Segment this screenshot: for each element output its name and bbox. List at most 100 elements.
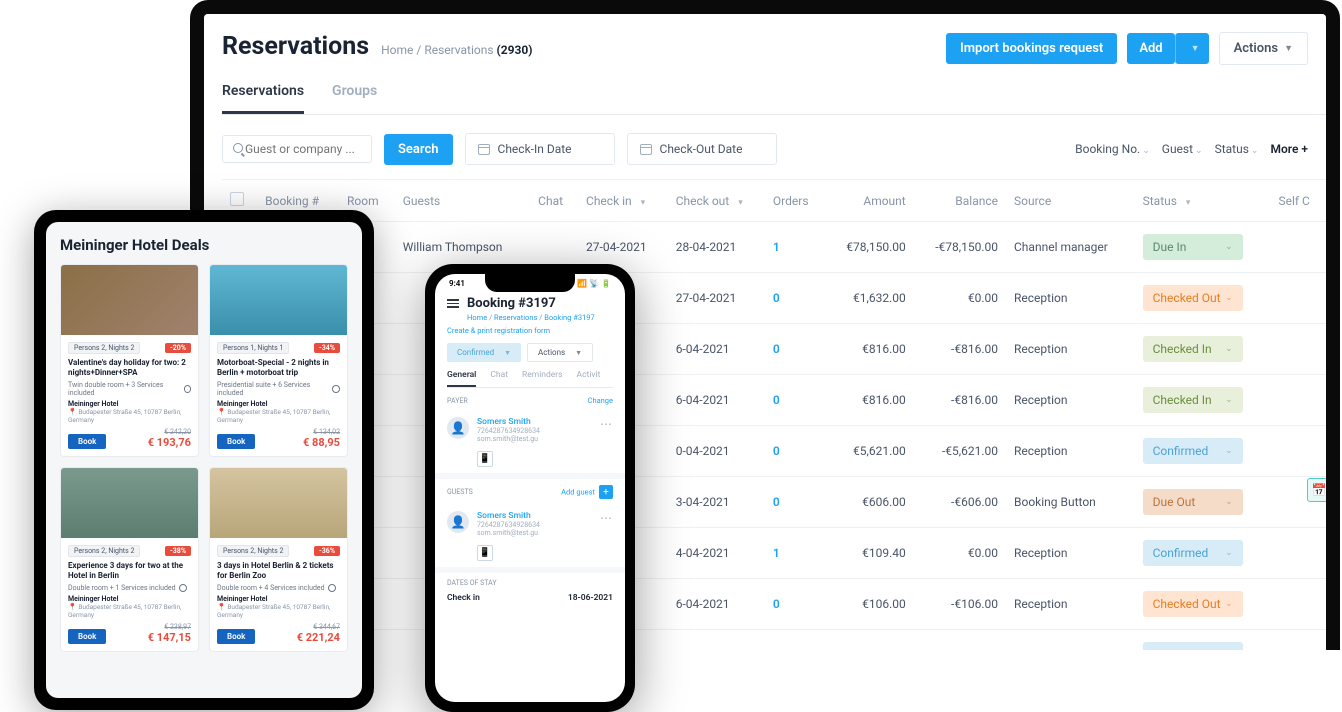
deal-card[interactable]: Persons 2, Nights 2-36%3 days in Hotel B… bbox=[209, 467, 348, 652]
tab-general[interactable]: General bbox=[447, 370, 476, 387]
search-input[interactable] bbox=[245, 142, 361, 156]
col-amount[interactable]: Amount bbox=[825, 180, 913, 222]
add-guest-link[interactable]: Add guest bbox=[561, 488, 595, 497]
orders-link[interactable]: 0 bbox=[773, 342, 780, 356]
checkin-date-field[interactable]: Check-In Date bbox=[465, 133, 615, 165]
filter-guest[interactable]: Guest⌄ bbox=[1162, 142, 1203, 156]
orders-link[interactable]: 1 bbox=[773, 546, 780, 560]
crumb-home[interactable]: Home bbox=[467, 313, 487, 322]
phone-contact-icon[interactable]: 📱 bbox=[477, 545, 493, 561]
guest-id: 7264287634928634 bbox=[477, 521, 592, 529]
breadcrumb: Home / Reservations (2930) bbox=[381, 43, 532, 57]
search-button[interactable]: Search bbox=[384, 134, 453, 165]
col-selfc[interactable]: Self C bbox=[1270, 180, 1326, 222]
add-dropdown-button[interactable]: ▼ bbox=[1175, 33, 1209, 64]
col-balance[interactable]: Balance bbox=[914, 180, 1006, 222]
more-icon[interactable]: ⋯ bbox=[600, 511, 613, 525]
deal-card[interactable]: Persons 2, Nights 2-20%Valentine's day h… bbox=[60, 264, 199, 457]
tab-groups[interactable]: Groups bbox=[332, 83, 377, 114]
menu-icon[interactable] bbox=[447, 299, 459, 308]
discount-badge: -34% bbox=[314, 343, 340, 353]
more-icon[interactable]: ⋯ bbox=[600, 417, 613, 431]
book-button[interactable]: Book bbox=[68, 434, 106, 449]
book-button[interactable]: Book bbox=[217, 629, 255, 644]
status-badge[interactable]: Checked Out⌄ bbox=[1143, 591, 1243, 617]
avatar-icon: 👤 bbox=[447, 417, 469, 439]
orders-link[interactable]: 0 bbox=[773, 393, 780, 407]
create-print-link[interactable]: Create & print registration form bbox=[447, 326, 613, 335]
booking-title: Booking #3197 bbox=[467, 296, 556, 311]
phone-contact-icon[interactable]: 📱 bbox=[477, 451, 493, 467]
status-badge[interactable]: Due In⌄ bbox=[1143, 234, 1243, 260]
orders-link[interactable]: 0 bbox=[773, 648, 780, 650]
add-button[interactable]: Add bbox=[1127, 33, 1174, 64]
deal-address: 📍 Budapester Straße 45, 10787 Berlin, Ge… bbox=[217, 408, 340, 424]
payer-name[interactable]: Somers Smith bbox=[477, 417, 592, 427]
table-row[interactable]: 3365O6-04-20210€816.00-€816.00ReceptionC… bbox=[222, 375, 1326, 426]
deal-card[interactable]: Persons 2, Nights 2-38%Experience 3 days… bbox=[60, 467, 199, 652]
col-status[interactable]: Status ▾ bbox=[1135, 180, 1271, 222]
chevron-down-icon: ⌄ bbox=[1225, 242, 1233, 252]
crumb-home[interactable]: Home bbox=[381, 43, 413, 57]
cell-balance: -€78,150.00 bbox=[914, 222, 1006, 273]
table-row[interactable]: 6686-04-20210€816.00-€816.00ReceptionChe… bbox=[222, 324, 1326, 375]
orders-link[interactable]: 0 bbox=[773, 444, 780, 458]
guest-card: 👤 Somers Smith 7264287634928634 som.smit… bbox=[447, 505, 613, 543]
chevron-down-icon: ⌄ bbox=[1225, 599, 1233, 609]
deal-card[interactable]: Persons 1, Nights 1-34%Motorboat-Special… bbox=[209, 264, 348, 457]
filter-more[interactable]: More + bbox=[1270, 142, 1308, 156]
status-badge[interactable]: Confirmed⌄ bbox=[1143, 642, 1243, 650]
book-button[interactable]: Book bbox=[68, 629, 106, 644]
page-header: Reservations Home / Reservations (2930) … bbox=[222, 32, 1326, 65]
table-row[interactable]: William Thompson27-04-202128-04-20211€78… bbox=[222, 222, 1326, 273]
table-row[interactable]: 7P4-04-20211€109.40€0.00ReceptionConfirm… bbox=[222, 528, 1326, 579]
status-badge[interactable]: Checked In⌄ bbox=[1143, 387, 1243, 413]
deal-tag: Persons 2, Nights 2 bbox=[217, 545, 289, 557]
add-guest-button[interactable]: + bbox=[599, 485, 613, 499]
calendar-shortcut-icon[interactable]: 📅 bbox=[1307, 478, 1331, 502]
orders-link[interactable]: 0 bbox=[773, 291, 780, 305]
checkout-date-field[interactable]: Check-Out Date bbox=[627, 133, 777, 165]
col-guests[interactable]: Guests bbox=[395, 180, 530, 222]
table-row[interactable]: 3-04-20210€606.00-€606.00Booking ButtonD… bbox=[222, 477, 1326, 528]
main-tabs: Reservations Groups bbox=[222, 83, 1326, 115]
table-row[interactable]: 2T0-04-20210€5,621.00-€5,621.00Reception… bbox=[222, 426, 1326, 477]
deal-title: Experience 3 days for two at the Hotel i… bbox=[68, 561, 191, 581]
col-orders[interactable]: Orders bbox=[765, 180, 825, 222]
status-pill-confirmed[interactable]: Confirmed▼ bbox=[447, 343, 521, 362]
tab-activity[interactable]: Activit bbox=[577, 370, 601, 387]
tab-reminders[interactable]: Reminders bbox=[522, 370, 563, 387]
tab-reservations[interactable]: Reservations bbox=[222, 83, 304, 114]
status-badge[interactable]: Due Out⌄ bbox=[1143, 489, 1243, 515]
status-badge[interactable]: Confirmed⌄ bbox=[1143, 540, 1243, 566]
change-payer-link[interactable]: Change bbox=[588, 396, 613, 405]
pin-icon: 📍 bbox=[68, 408, 77, 416]
col-source[interactable]: Source bbox=[1006, 180, 1135, 222]
col-chat[interactable]: Chat bbox=[530, 180, 578, 222]
guests-label: GUESTS bbox=[447, 488, 473, 496]
table-row[interactable]: 3366Ol27-04-20210€1,632.00€0.00Reception… bbox=[222, 273, 1326, 324]
discount-badge: -38% bbox=[165, 546, 191, 556]
guest-name[interactable]: Somers Smith bbox=[477, 511, 592, 521]
status-badge[interactable]: Checked Out⌄ bbox=[1143, 285, 1243, 311]
tab-chat[interactable]: Chat bbox=[490, 370, 508, 387]
status-badge[interactable]: Checked In⌄ bbox=[1143, 336, 1243, 362]
select-all-checkbox[interactable] bbox=[230, 192, 244, 206]
table-row[interactable]: 2-04-20210€106.00€0.00ReceptionConfirmed… bbox=[222, 630, 1326, 651]
status-badge[interactable]: Confirmed⌄ bbox=[1143, 438, 1243, 464]
crumb-reservations[interactable]: Reservations bbox=[494, 313, 537, 322]
chevron-down-icon: ⌄ bbox=[1225, 497, 1233, 507]
col-checkout[interactable]: Check out ▾ bbox=[668, 180, 765, 222]
orders-link[interactable]: 0 bbox=[773, 597, 780, 611]
filter-booking-no[interactable]: Booking No.⌄ bbox=[1075, 142, 1150, 156]
import-bookings-button[interactable]: Import bookings request bbox=[946, 33, 1117, 64]
orders-link[interactable]: 0 bbox=[773, 495, 780, 509]
actions-button[interactable]: Actions▼ bbox=[1219, 32, 1308, 65]
col-checkin[interactable]: Check in ▾ bbox=[578, 180, 668, 222]
actions-pill[interactable]: Actions▼ bbox=[527, 343, 593, 362]
book-button[interactable]: Book bbox=[217, 434, 255, 449]
crumb-section[interactable]: Reservations bbox=[424, 43, 493, 57]
table-row[interactable]: 7L6-04-20210€106.00-€106.00ReceptionChec… bbox=[222, 579, 1326, 630]
orders-link[interactable]: 1 bbox=[773, 240, 780, 254]
filter-status[interactable]: Status⌄ bbox=[1215, 142, 1259, 156]
